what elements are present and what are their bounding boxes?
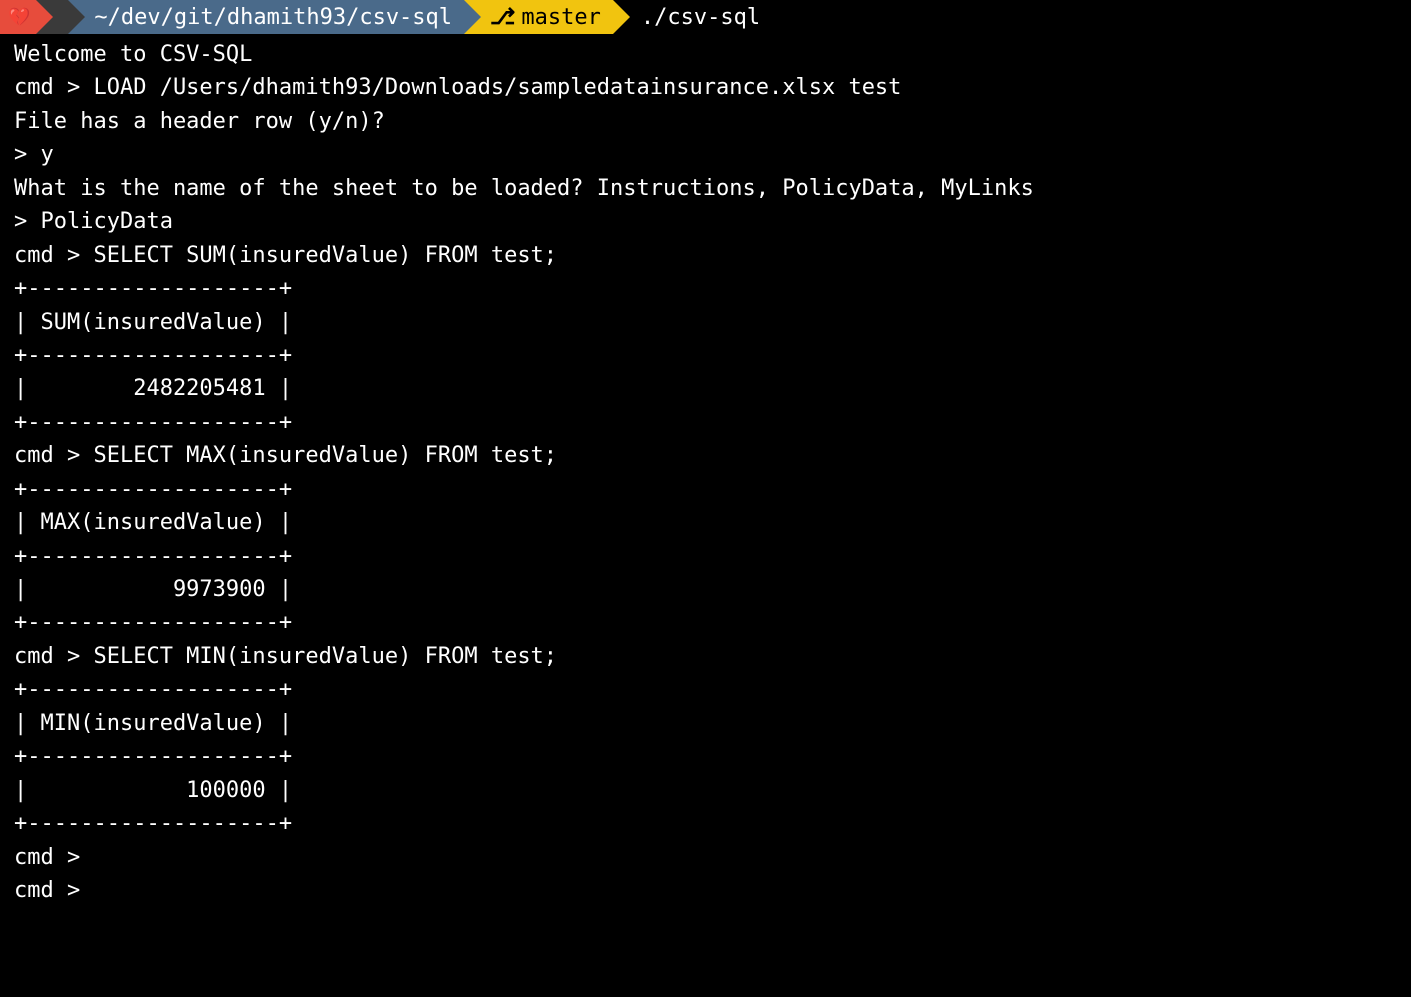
output-line: +-------------------+ (14, 544, 292, 569)
output-line: | 2482205481 | (14, 376, 292, 401)
output-line: File has a header row (y/n)? (14, 109, 385, 134)
output-line: +-------------------+ (14, 410, 292, 435)
prompt-segment-command: ./csv-sql (613, 0, 772, 34)
git-branch-name: master (521, 1, 600, 34)
output-line: +-------------------+ (14, 610, 292, 635)
output-line: What is the name of the sheet to be load… (14, 176, 1034, 201)
output-line: cmd > SELECT MIN(insuredValue) FROM test… (14, 644, 557, 669)
output-line: | 100000 | (14, 778, 292, 803)
output-line: +-------------------+ (14, 276, 292, 301)
output-line: +-------------------+ (14, 343, 292, 368)
prompt-segment-branch: ⎇ master (464, 0, 613, 34)
running-command: ./csv-sql (641, 1, 760, 34)
cmd-prompt-line[interactable]: cmd > (14, 845, 80, 870)
output-line: | 9973900 | (14, 577, 292, 602)
prompt-segment-status: 💔 (0, 0, 36, 34)
output-line: | SUM(insuredValue) | (14, 310, 292, 335)
output-line: | MAX(insuredValue) | (14, 510, 292, 535)
output-line: > y (14, 142, 54, 167)
output-line: +-------------------+ (14, 677, 292, 702)
current-path: ~/dev/git/dhamith93/csv-sql (94, 1, 452, 34)
git-branch-icon: ⎇ (490, 1, 515, 34)
output-line: cmd > SELECT MAX(insuredValue) FROM test… (14, 443, 557, 468)
output-line: +-------------------+ (14, 744, 292, 769)
output-line: +-------------------+ (14, 811, 292, 836)
cmd-prompt-line[interactable]: cmd > (14, 878, 80, 903)
output-line: > PolicyData (14, 209, 173, 234)
output-line: cmd > SELECT SUM(insuredValue) FROM test… (14, 243, 557, 268)
output-line: cmd > LOAD /Users/dhamith93/Downloads/sa… (14, 75, 901, 100)
terminal-output[interactable]: Welcome to CSV-SQL cmd > LOAD /Users/dha… (0, 34, 1411, 911)
shell-prompt: 💔 ~/dev/git/dhamith93/csv-sql ⎇ master .… (0, 0, 1411, 34)
prompt-segment-path: ~/dev/git/dhamith93/csv-sql (68, 0, 464, 34)
broken-heart-icon: 💔 (8, 4, 30, 31)
output-line: +-------------------+ (14, 477, 292, 502)
output-line: | MIN(insuredValue) | (14, 711, 292, 736)
welcome-line: Welcome to CSV-SQL (14, 42, 252, 67)
